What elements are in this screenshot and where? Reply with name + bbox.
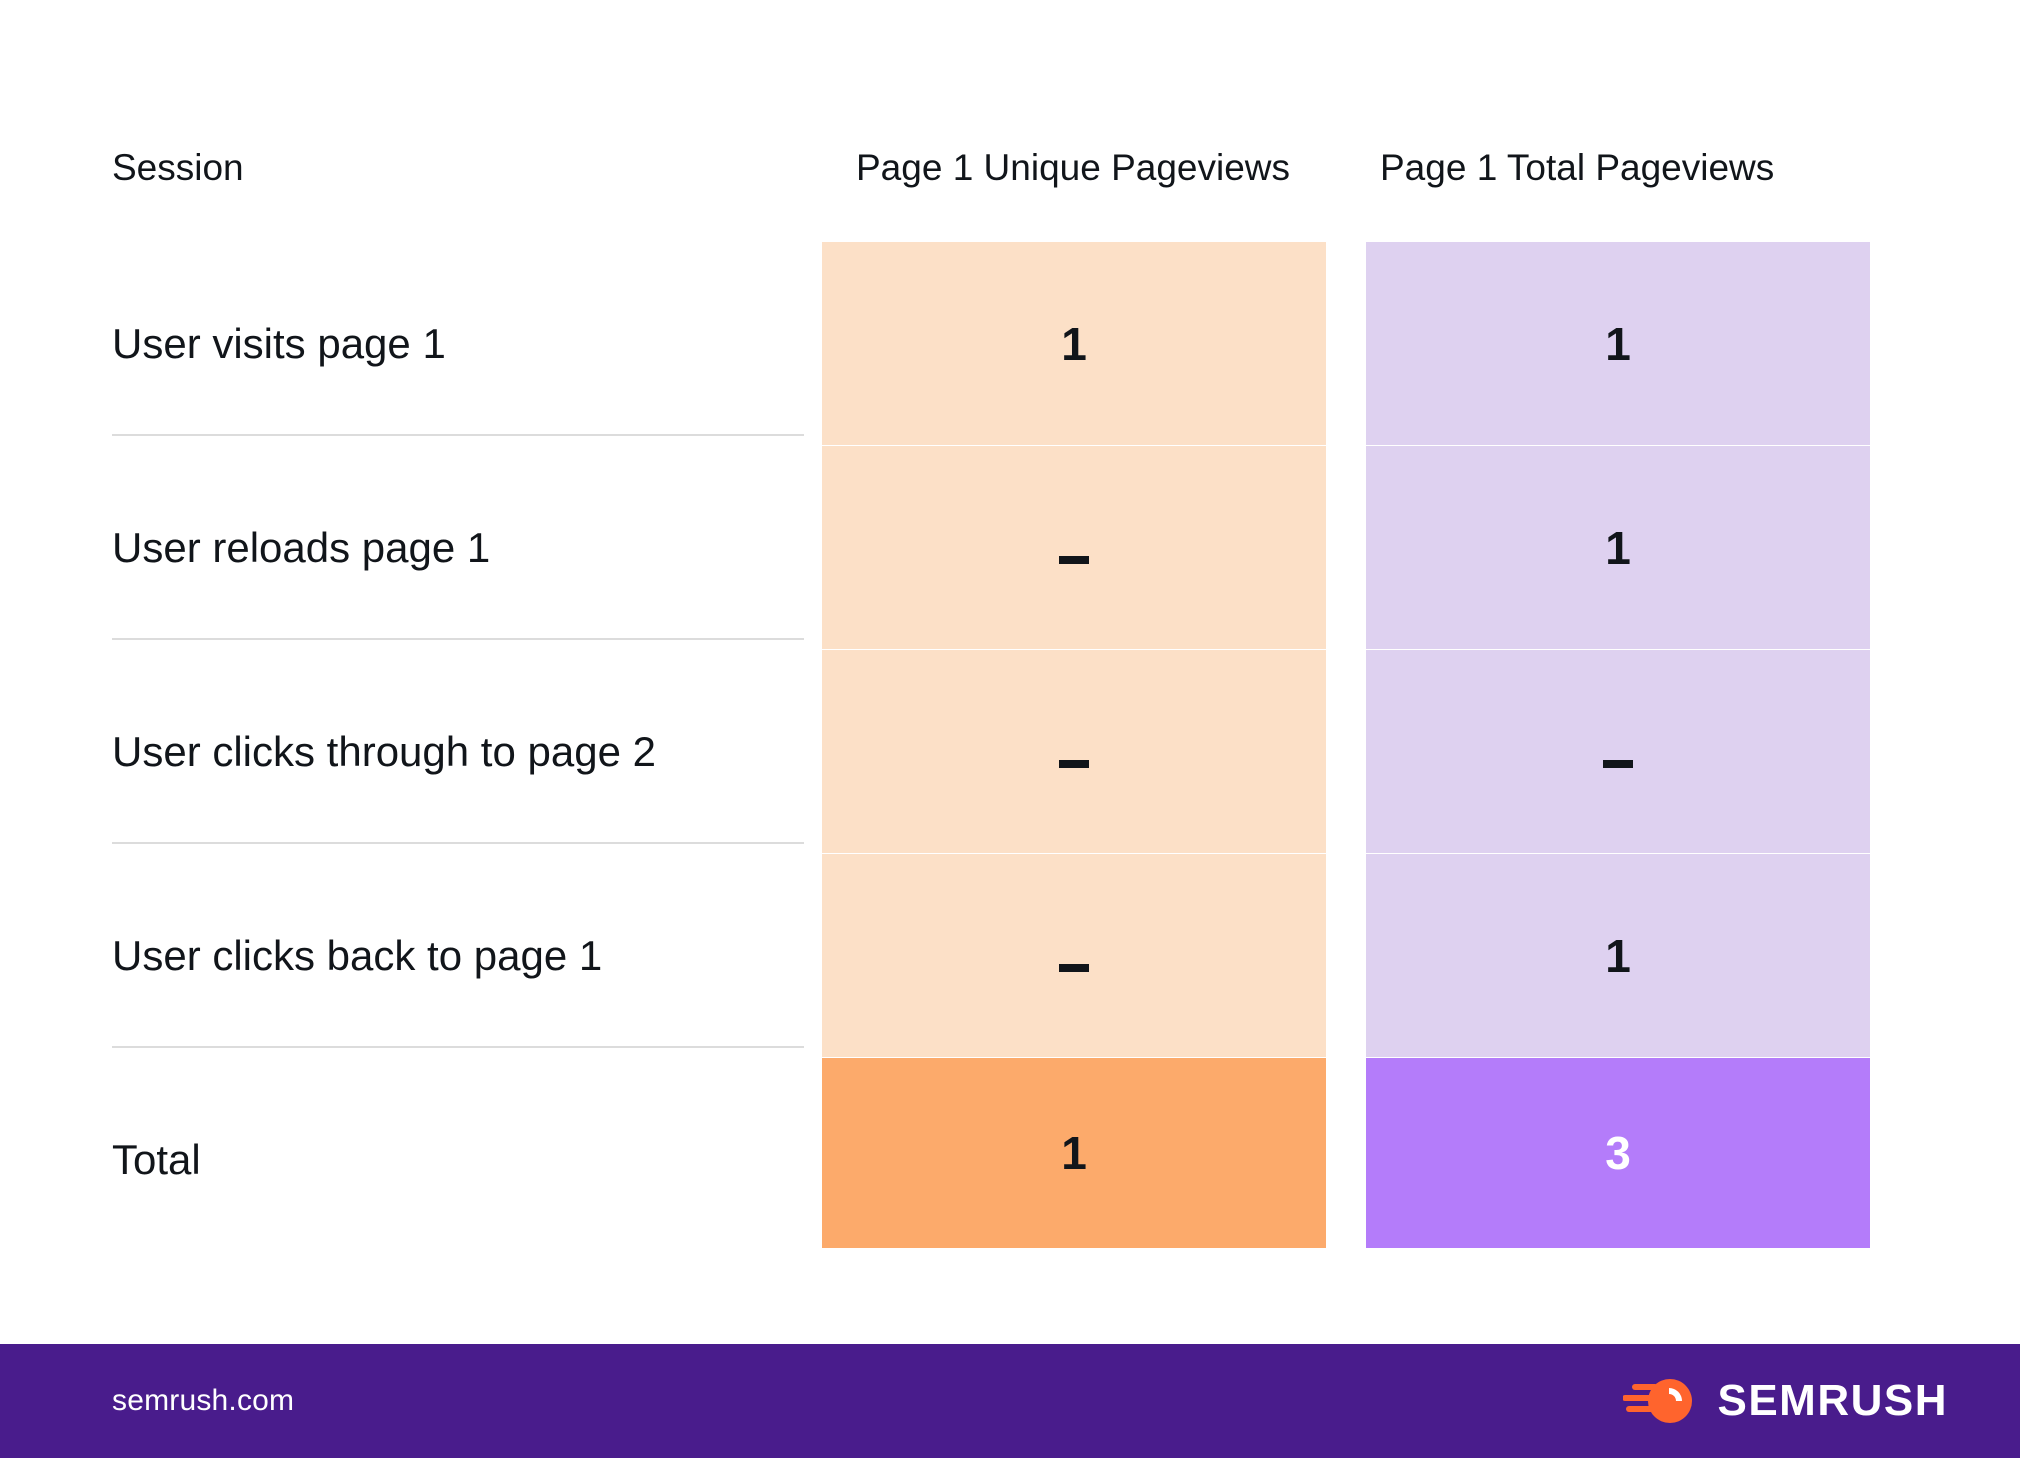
column-header-total-pageviews: Page 1 Total Pageviews	[1380, 147, 1775, 188]
value-cell-total	[1366, 650, 1870, 854]
row-label: User clicks through to page 2	[112, 728, 656, 775]
row-label: User reloads page 1	[112, 524, 491, 571]
dash-glyph	[1059, 556, 1089, 564]
cell-value: 1	[1605, 522, 1631, 574]
table-header-row: Session Page 1 Unique Pageviews Page 1 T…	[0, 142, 2020, 194]
row-label: User visits page 1	[112, 320, 446, 367]
semrush-logo[interactable]: SEMRUSH	[1623, 1375, 1948, 1427]
session-label-column: User visits page 1 User reloads page 1 U…	[112, 242, 812, 1262]
value-cell-unique	[822, 650, 1326, 854]
cell-value: 1	[1061, 318, 1087, 370]
cell-value	[1059, 929, 1089, 983]
cell-value: 1	[1605, 930, 1631, 982]
value-cell-unique: 1	[822, 242, 1326, 446]
total-cell-unique: 1	[822, 1058, 1326, 1248]
value-cell-unique	[822, 854, 1326, 1058]
footer-bar: semrush.com SEMRUSH	[0, 1344, 2020, 1458]
semrush-wordmark: SEMRUSH	[1717, 1376, 1948, 1425]
column-header-unique-pageviews: Page 1 Unique Pageviews	[856, 147, 1291, 188]
cell-value	[1059, 521, 1089, 575]
dash-glyph	[1059, 964, 1089, 972]
cell-value: 1	[1605, 318, 1631, 370]
cell-value	[1603, 725, 1633, 779]
row-divider	[112, 638, 804, 640]
row-divider	[112, 1046, 804, 1048]
row-label: Total	[112, 1136, 201, 1183]
cell-value: 3	[1605, 1127, 1631, 1179]
total-pageviews-column: 1 1 1 3	[1366, 242, 1870, 1248]
column-header-session: Session	[112, 147, 244, 188]
dash-glyph	[1059, 760, 1089, 768]
footer-website-url[interactable]: semrush.com	[112, 1384, 294, 1418]
value-cell-total: 1	[1366, 242, 1870, 446]
row-divider	[112, 434, 804, 436]
row-divider	[112, 842, 804, 844]
value-cell-unique	[822, 446, 1326, 650]
cell-value	[1059, 725, 1089, 779]
infographic-page: Session Page 1 Unique Pageviews Page 1 T…	[0, 0, 2020, 1458]
total-cell-total: 3	[1366, 1058, 1870, 1248]
value-cell-total: 1	[1366, 854, 1870, 1058]
cell-value: 1	[1061, 1127, 1087, 1179]
value-cell-total: 1	[1366, 446, 1870, 650]
pageviews-table: Session Page 1 Unique Pageviews Page 1 T…	[0, 0, 2020, 1344]
row-label: User clicks back to page 1	[112, 932, 603, 979]
unique-pageviews-column: 1 1	[822, 242, 1326, 1248]
dash-glyph	[1603, 760, 1633, 768]
semrush-comet-icon	[1623, 1379, 1693, 1423]
